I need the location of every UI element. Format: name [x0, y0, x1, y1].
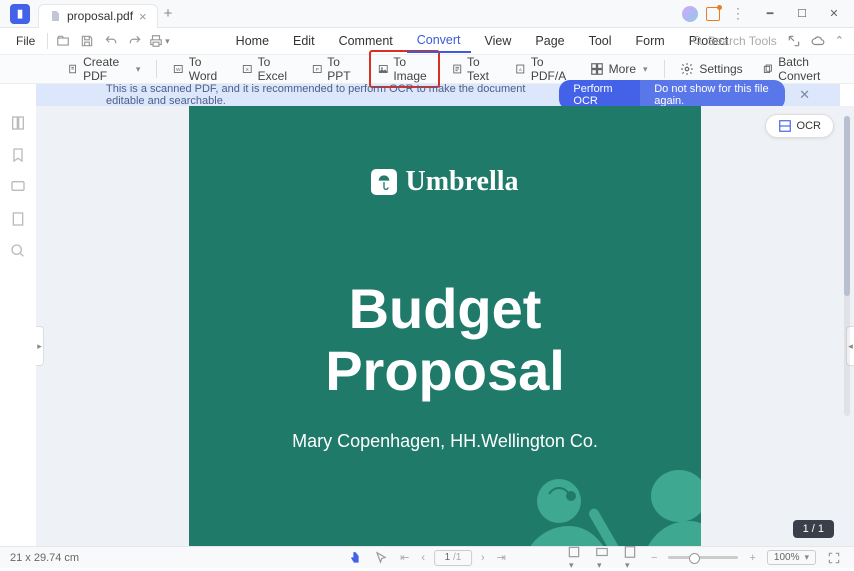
- banner-text: This is a scanned PDF, and it is recomme…: [106, 83, 559, 107]
- image-icon: [378, 62, 389, 76]
- view-mode-icon[interactable]: ▾: [564, 545, 584, 571]
- menu-view[interactable]: View: [475, 30, 522, 52]
- brand-logo-icon: [371, 169, 397, 195]
- menu-comment[interactable]: Comment: [329, 30, 403, 52]
- menubar-right: Search Tools ⌃: [692, 28, 844, 54]
- zoom-level[interactable]: 100%▾: [767, 550, 816, 565]
- to-excel-button[interactable]: X To Excel: [234, 51, 300, 87]
- svg-text:P: P: [315, 67, 318, 73]
- attachments-icon[interactable]: [9, 210, 27, 228]
- create-pdf-button[interactable]: Create PDF▾: [60, 51, 148, 87]
- search-sidebar-icon[interactable]: [9, 242, 27, 260]
- pdfa-icon: A: [515, 62, 526, 76]
- gear-icon: [680, 62, 694, 76]
- menu-form[interactable]: Form: [626, 30, 675, 52]
- menu-home[interactable]: Home: [226, 30, 279, 52]
- svg-text:W: W: [176, 67, 181, 73]
- more-icon: [590, 62, 604, 76]
- document-title: Budget Proposal: [189, 278, 701, 401]
- maximize-button[interactable]: ☐: [788, 3, 816, 25]
- tab-title: proposal.pdf: [67, 9, 133, 23]
- bookmarks-icon[interactable]: [9, 146, 27, 164]
- search-tools[interactable]: Search Tools: [692, 34, 777, 48]
- separator: [47, 33, 48, 49]
- open-icon[interactable]: [52, 30, 74, 52]
- ocr-icon: [778, 119, 792, 133]
- brand-name: Umbrella: [405, 166, 518, 198]
- page-indicator-badge: 1 / 1: [793, 520, 834, 538]
- pdf-page: Umbrella Budget Proposal Mary Copenhagen…: [189, 106, 701, 546]
- scrollbar[interactable]: [844, 116, 850, 416]
- app-logo: ▮: [10, 4, 30, 24]
- titlebar: ▮ proposal.pdf × + ⋮ ━ ☐ ✕: [0, 0, 854, 28]
- hand-tool-icon[interactable]: [345, 551, 365, 565]
- profile-avatar-icon[interactable]: [682, 6, 698, 22]
- close-tab-icon[interactable]: ×: [139, 9, 147, 24]
- fit-mode-icon[interactable]: ▾: [592, 545, 612, 571]
- notification-icon[interactable]: [706, 7, 720, 21]
- zoom-in-icon[interactable]: +: [746, 552, 758, 564]
- file-menu[interactable]: File: [8, 31, 43, 51]
- menu-page[interactable]: Page: [525, 30, 574, 52]
- redo-icon[interactable]: [124, 30, 146, 52]
- last-page-icon[interactable]: ⇥: [494, 551, 509, 564]
- new-tab-button[interactable]: +: [164, 5, 173, 22]
- share-icon[interactable]: [787, 34, 801, 48]
- status-bar: 21 x 29.74 cm ⇤ ‹ 1 /1 › ⇥ ▾ ▾ ▾ − + 100…: [0, 546, 854, 568]
- next-page-icon[interactable]: ›: [478, 552, 488, 564]
- excel-icon: X: [242, 62, 253, 76]
- pdf-file-icon: [49, 10, 61, 22]
- search-icon: [692, 35, 704, 47]
- illustration: [189, 446, 701, 546]
- to-word-button[interactable]: W To Word: [165, 51, 230, 87]
- word-icon: W: [173, 62, 184, 76]
- document-canvas[interactable]: ▸ ◂ Umbrella Budget Proposal Mary Copenh…: [36, 106, 854, 546]
- close-window-button[interactable]: ✕: [820, 3, 848, 25]
- select-tool-icon[interactable]: [371, 551, 391, 565]
- menu-tool[interactable]: Tool: [579, 30, 622, 52]
- save-icon[interactable]: [76, 30, 98, 52]
- to-text-button[interactable]: To Text: [444, 51, 504, 87]
- menu-edit[interactable]: Edit: [283, 30, 325, 52]
- ppt-icon: P: [312, 62, 323, 76]
- menu-convert[interactable]: Convert: [407, 29, 471, 53]
- prev-page-icon[interactable]: ‹: [418, 552, 428, 564]
- chevron-up-icon[interactable]: ⌃: [835, 34, 844, 48]
- left-sidebar: [0, 106, 36, 546]
- create-pdf-icon: [68, 62, 78, 76]
- svg-text:X: X: [246, 67, 250, 73]
- page-number-input[interactable]: 1 /1: [434, 550, 472, 566]
- batch-icon: [763, 62, 774, 76]
- zoom-out-icon[interactable]: −: [648, 552, 660, 564]
- ocr-notification-banner: This is a scanned PDF, and it is recomme…: [36, 84, 840, 106]
- to-ppt-button[interactable]: P To PPT: [304, 51, 365, 87]
- first-page-icon[interactable]: ⇤: [397, 551, 412, 564]
- print-icon[interactable]: ▾: [148, 30, 170, 52]
- read-mode-icon[interactable]: ▾: [620, 545, 640, 571]
- kebab-menu-icon[interactable]: ⋮: [724, 3, 752, 25]
- document-tab[interactable]: proposal.pdf ×: [38, 4, 158, 28]
- undo-icon[interactable]: [100, 30, 122, 52]
- comments-icon[interactable]: [9, 178, 27, 196]
- svg-text:A: A: [519, 67, 522, 72]
- page-dimensions: 21 x 29.74 cm: [10, 552, 79, 564]
- fullscreen-icon[interactable]: [824, 551, 844, 565]
- minimize-button[interactable]: ━: [756, 3, 784, 25]
- cloud-icon[interactable]: [811, 34, 825, 48]
- ocr-floating-button[interactable]: OCR: [765, 114, 834, 138]
- settings-button[interactable]: Settings: [672, 58, 750, 80]
- text-icon: [452, 62, 462, 76]
- expand-left-handle[interactable]: ▸: [36, 326, 44, 366]
- thumbnails-icon[interactable]: [9, 114, 27, 132]
- zoom-slider[interactable]: [668, 556, 738, 559]
- more-button[interactable]: More▾: [582, 58, 656, 80]
- banner-close-icon[interactable]: ✕: [799, 87, 810, 103]
